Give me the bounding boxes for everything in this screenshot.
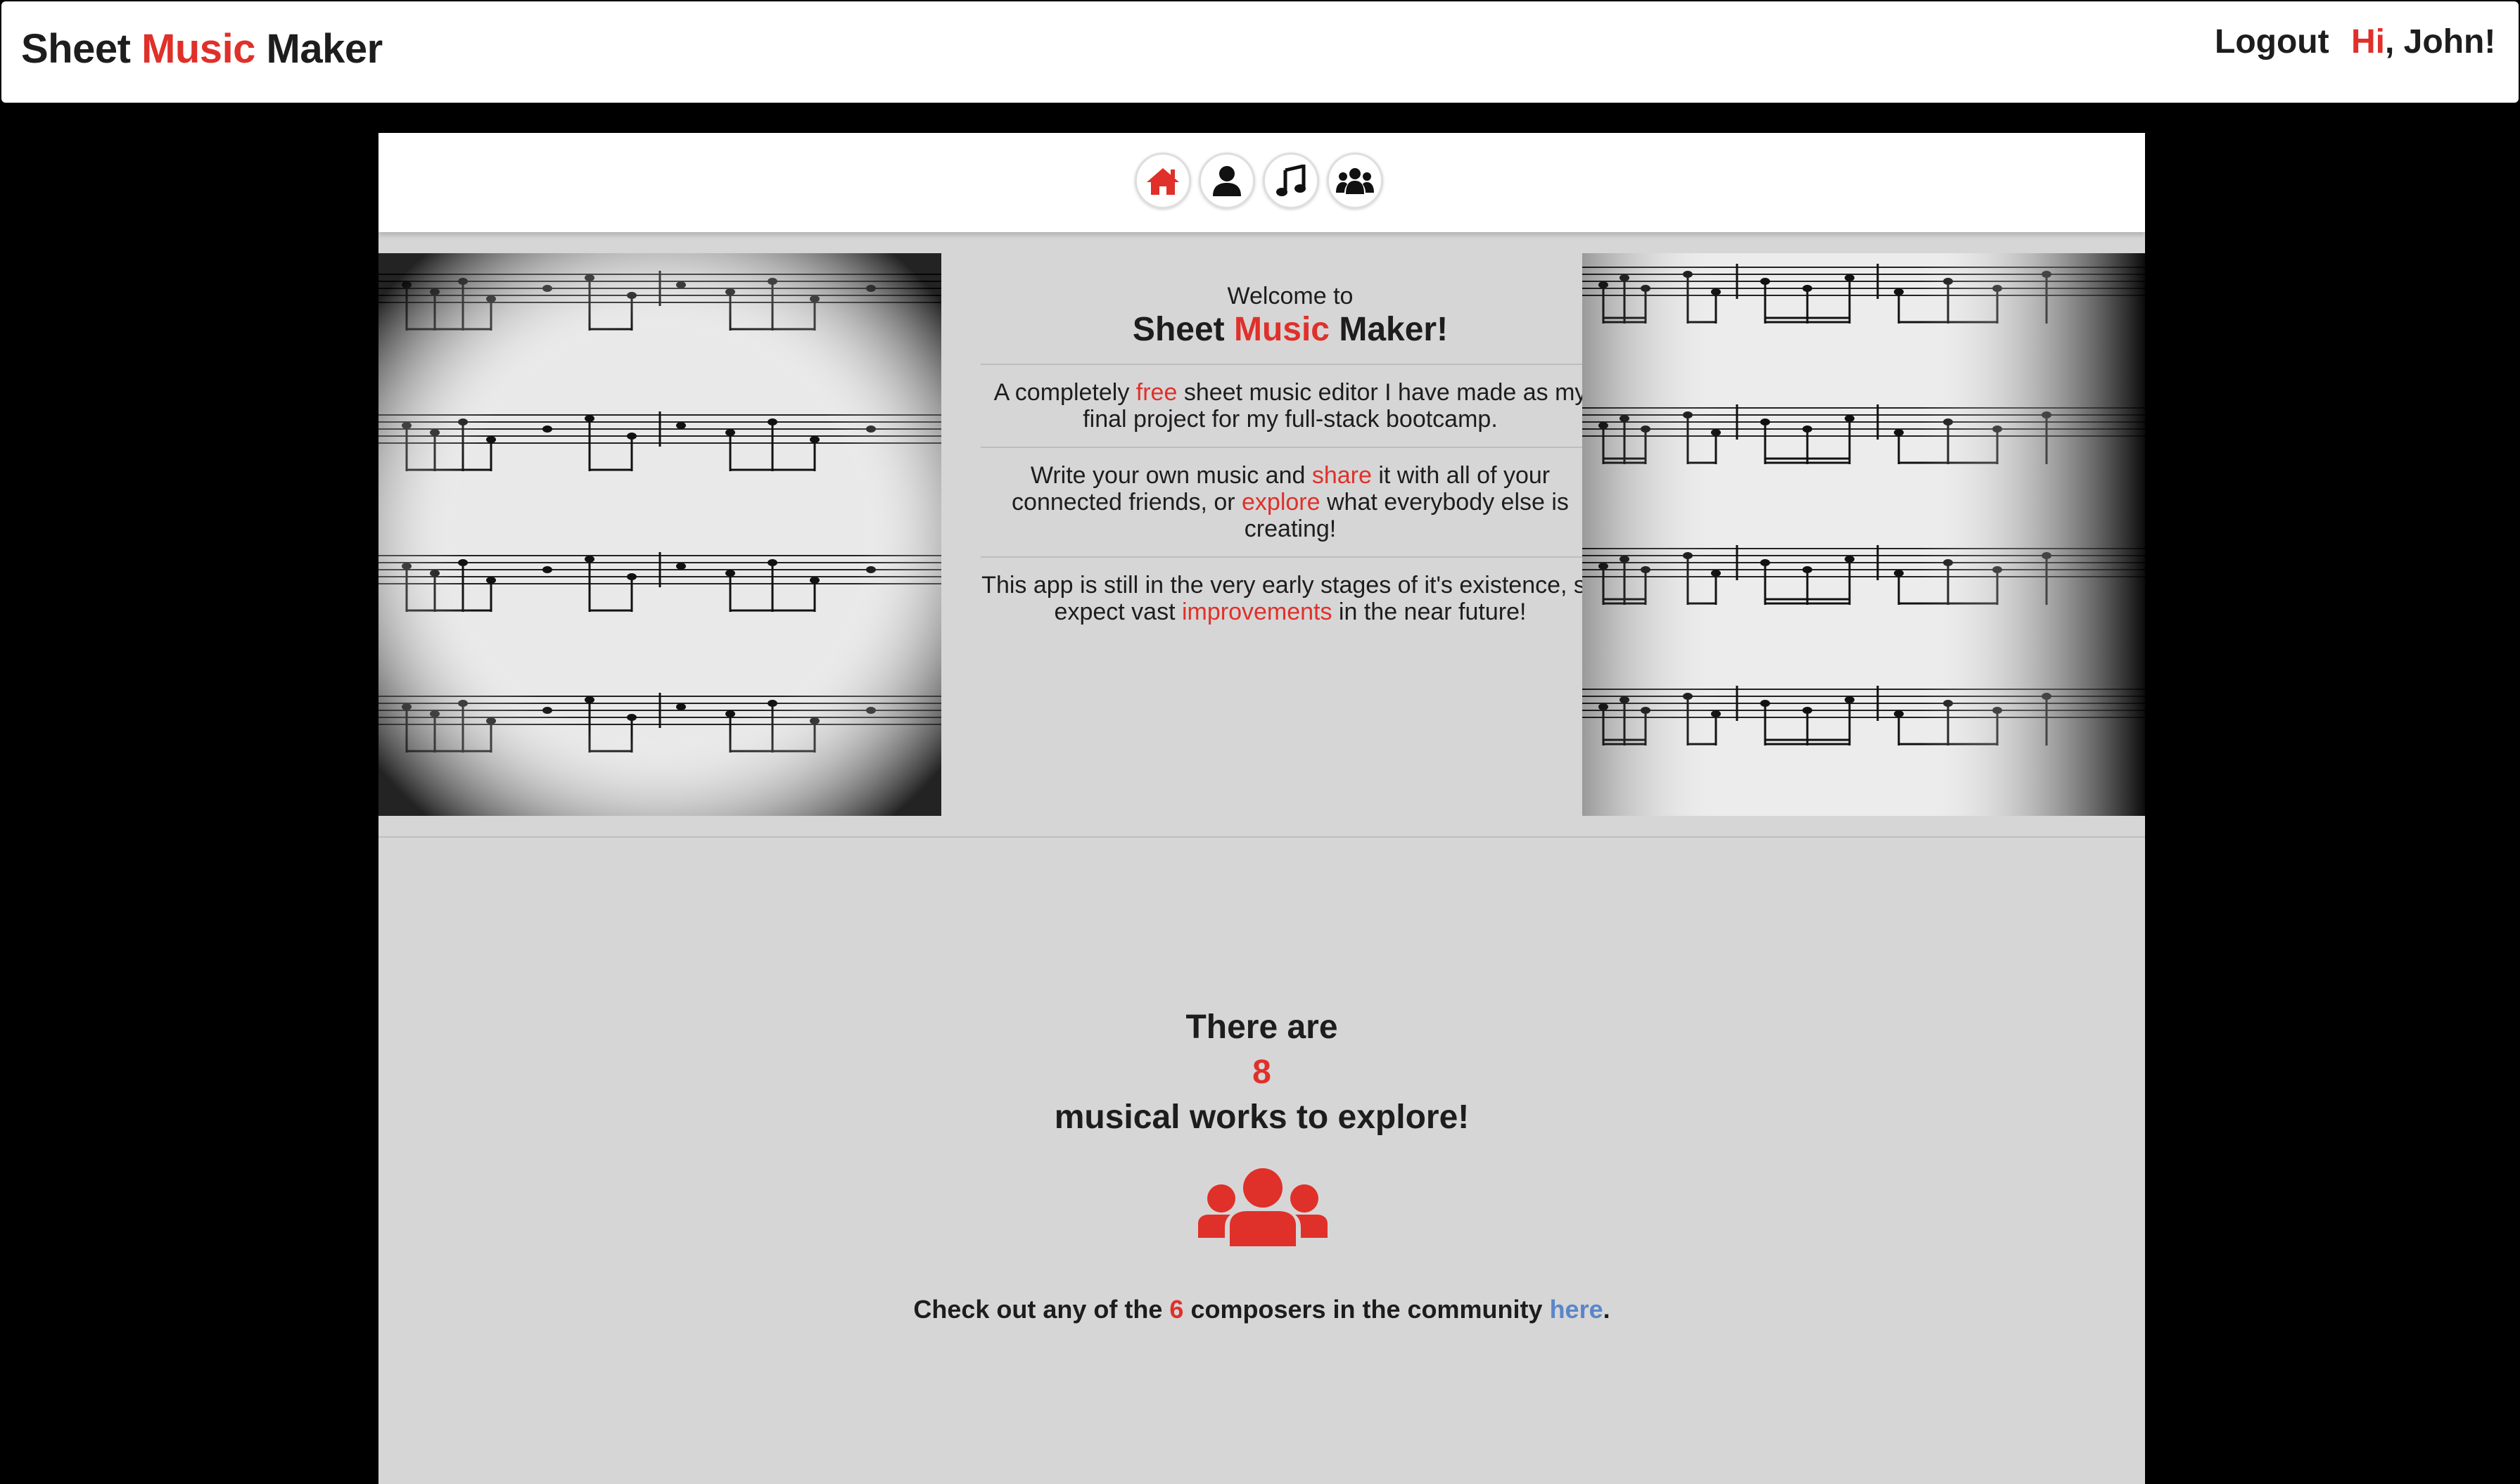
divider [981,364,1600,365]
share-text-1: Write your own music and [1030,462,1312,489]
community-text-2: composers in the community [1183,1295,1550,1324]
home-icon [1147,168,1179,195]
sheet-music-image-right [1582,253,2145,816]
share-paragraph: Write your own music and share it with a… [981,462,1600,542]
works-count-section: There are 8 musical works to explore! [378,1005,2145,1140]
user-greeting: Hi, John! [2351,23,2495,61]
user-icon [1213,166,1241,196]
community-period: . [1603,1295,1610,1324]
works-count-outro: musical works to explore! [1054,1099,1470,1136]
welcome-title: Sheet Music Maker! [981,310,1600,350]
brand-part-1: Sheet [21,26,142,72]
top-navbar: Sheet Music Maker Logout Hi, John! [1,1,2519,103]
greeting-name: , John! [2385,23,2496,60]
welcome-title-part-3: Maker! [1330,311,1449,348]
users-icon [1336,168,1374,194]
status-paragraph: This app is still in the very early stag… [981,572,1600,625]
icon-nav-bar [378,133,2145,232]
community-button[interactable] [1327,153,1383,209]
community-link[interactable]: here [1550,1295,1603,1324]
welcome-title-part-2: Music [1233,311,1330,348]
brand-part-3: Maker [255,26,383,72]
profile-button[interactable] [1199,153,1255,209]
main-container: Welcome to Sheet Music Maker! A complete… [378,133,2145,1484]
works-count: 8 [1252,1054,1271,1091]
music-note-icon [1276,165,1306,196]
logout-link[interactable]: Logout [2215,23,2329,61]
greeting-hi: Hi [2351,23,2385,60]
music-button[interactable] [1263,153,1319,209]
share-highlight: share [1311,462,1372,489]
welcome-title-part-1: Sheet [1132,311,1234,348]
section-divider [378,836,2145,838]
intro-text-1: A completely [993,379,1136,406]
divider [981,556,1600,558]
welcome-section: Welcome to Sheet Music Maker! A complete… [981,282,1600,625]
brand-logo[interactable]: Sheet Music Maker [21,25,383,72]
sheet-music-image-left [378,253,941,816]
users-icon [1198,1168,1328,1246]
status-text-2: in the near future! [1332,599,1527,625]
works-count-intro: There are [1185,1009,1338,1046]
community-text-1: Check out any of the [913,1295,1170,1324]
brand-part-2: Music [141,26,255,72]
community-callout: Check out any of the 6 composers in the … [378,1295,2145,1324]
composer-count: 6 [1169,1295,1184,1324]
divider [981,447,1600,448]
improvements-highlight: improvements [1181,599,1332,625]
intro-highlight-free: free [1135,379,1178,406]
home-button[interactable] [1135,153,1191,209]
intro-paragraph: A completely free sheet music editor I h… [981,379,1600,433]
welcome-subtitle: Welcome to [1227,283,1354,309]
explore-highlight: explore [1242,489,1321,516]
